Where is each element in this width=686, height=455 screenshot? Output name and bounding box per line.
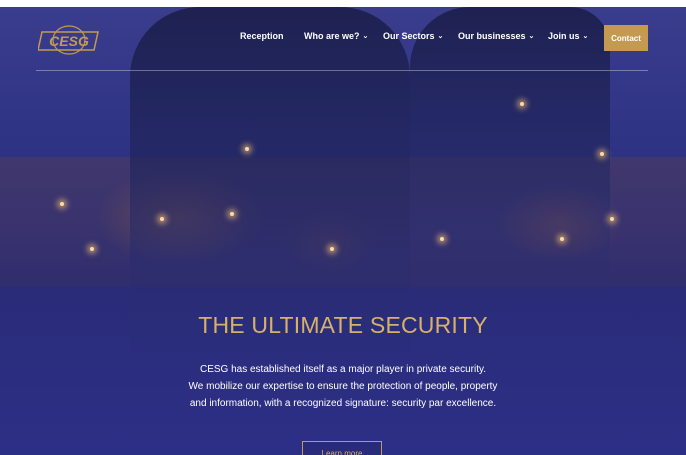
hero-tagline: CESG has established itself as a major p… [143,361,543,412]
chevron-down-icon: ⌄ [528,32,535,40]
chevron-down-icon: ⌄ [437,32,444,40]
street-light [520,102,524,106]
cesg-logo[interactable]: CESG [38,25,100,55]
tagline-line: We mobilize our expertise to ensure the … [188,381,498,392]
svg-text:CESG: CESG [49,33,89,49]
nav-item-label: Reception [240,31,284,41]
nav-item-label: Join us [548,31,580,41]
chevron-down-icon: ⌄ [362,32,369,40]
tagline-line: and information, with a recognized signa… [189,398,497,409]
street-light [245,147,249,151]
street-light [160,217,164,221]
nav-item-who-are-we[interactable]: Who are we? ⌄ [304,31,368,41]
street-light [330,247,334,251]
header-divider [36,70,648,71]
hero-section: CESG Reception Who are we? ⌄ Our Sectors… [0,7,686,455]
street-light [90,247,94,251]
nav-item-join-us[interactable]: Join us ⌄ [548,31,588,41]
site-header: CESG Reception Who are we? ⌄ Our Sectors… [0,7,686,71]
nav-item-reception[interactable]: Reception [240,31,284,41]
street-light [600,152,604,156]
street-light [610,217,614,221]
learn-more-button[interactable]: Learn more [302,441,382,455]
contact-button[interactable]: Contact [604,25,648,51]
nav-item-our-businesses[interactable]: Our businesses ⌄ [458,31,534,41]
nav-item-label: Our businesses [458,31,526,41]
logo-emblem-icon: CESG [38,25,99,55]
nav-item-label: Who are we? [304,31,360,41]
street-light [560,237,564,241]
street-light [440,237,444,241]
chevron-down-icon: ⌄ [582,32,589,40]
hero-headline: THE ULTIMATE SECURITY [198,312,488,338]
street-light [60,202,64,206]
nav-item-label: Our Sectors [383,31,435,41]
nav-item-our-sectors[interactable]: Our Sectors ⌄ [383,31,443,41]
tagline-line: CESG has established itself as a major p… [199,364,487,375]
street-light [230,212,234,216]
